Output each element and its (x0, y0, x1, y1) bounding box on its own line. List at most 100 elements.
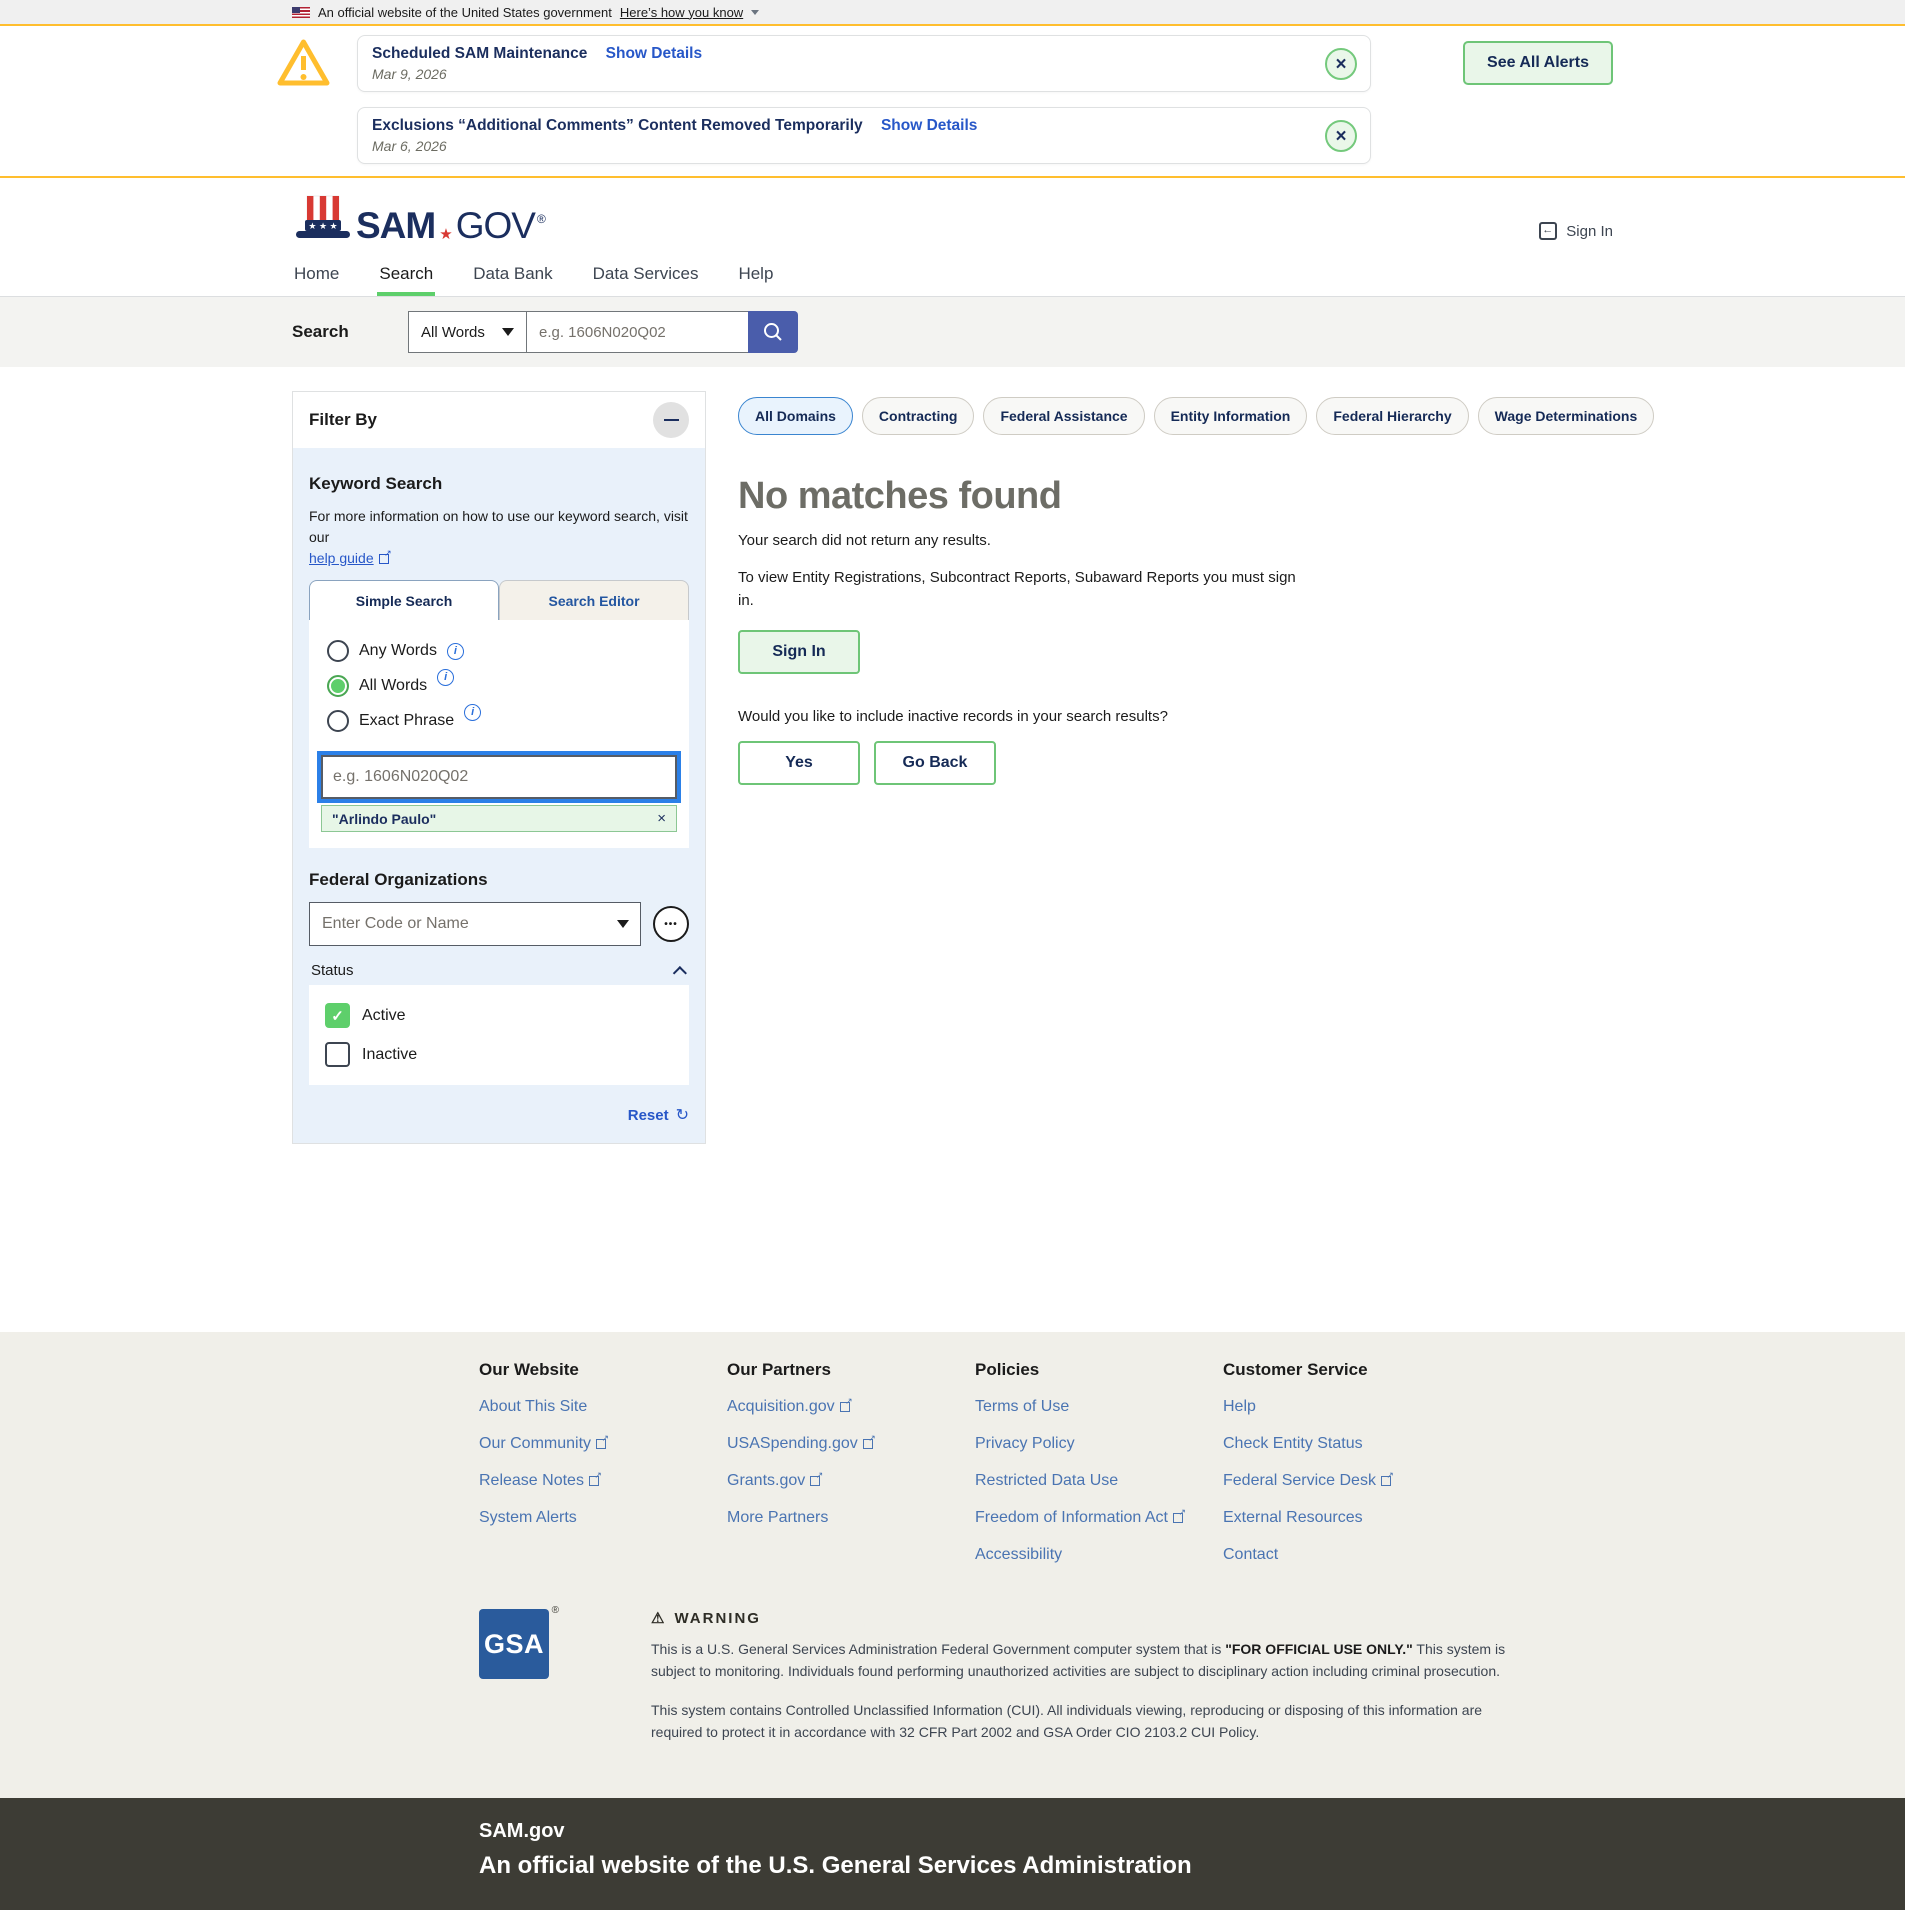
info-icon[interactable] (447, 643, 464, 660)
footer-link[interactable]: Our Community (479, 1435, 606, 1452)
nav-item-home[interactable]: Home (292, 254, 341, 296)
footer-link[interactable]: Accessibility (975, 1546, 1062, 1563)
search-button[interactable] (748, 311, 798, 353)
external-link-icon (840, 1402, 850, 1412)
info-icon[interactable] (464, 704, 481, 721)
federal-org-input[interactable] (309, 902, 641, 946)
sam-gov-logo[interactable]: ★ ★ ★ SAM ★ GOV ® (292, 194, 546, 244)
alert-card: Exclusions “Additional Comments” Content… (357, 107, 1371, 164)
uncle-sam-hat-icon: ★ ★ ★ (292, 194, 354, 244)
footer-link[interactable]: Federal Service Desk (1223, 1472, 1391, 1489)
footer-link[interactable]: Restricted Data Use (975, 1472, 1118, 1489)
show-details-link[interactable]: Show Details (606, 45, 702, 62)
domain-pill-federal-hierarchy[interactable]: Federal Hierarchy (1316, 397, 1468, 435)
chevron-up-icon (673, 966, 687, 980)
radio-label: Exact Phrase (359, 712, 454, 730)
collapse-filters-button[interactable] (653, 402, 689, 438)
registered-mark: ® (552, 1605, 559, 1616)
go-back-button[interactable]: Go Back (874, 741, 996, 785)
filter-by-title: Filter By (309, 410, 377, 430)
footer-link[interactable]: Check Entity Status (1223, 1435, 1363, 1452)
footer-link[interactable]: Grants.gov (727, 1472, 820, 1489)
registered-mark: ® (537, 212, 546, 226)
yes-button[interactable]: Yes (738, 741, 860, 785)
tab-search-editor[interactable]: Search Editor (499, 580, 689, 620)
sign-in-button[interactable]: Sign In (738, 630, 860, 674)
domain-pill-entity-information[interactable]: Entity Information (1154, 397, 1308, 435)
alert-card: Scheduled SAM Maintenance Show Details M… (357, 35, 1371, 92)
footer-col-title: Our Website (479, 1360, 727, 1380)
nav-item-help[interactable]: Help (736, 254, 775, 296)
checkbox-label: Active (362, 1007, 406, 1025)
footer-link[interactable]: External Resources (1223, 1509, 1363, 1526)
footer-link[interactable]: Freedom of Information Act (975, 1509, 1183, 1526)
footer-link[interactable]: Release Notes (479, 1472, 599, 1489)
radio-label: All Words (359, 677, 427, 695)
footer-link[interactable]: Terms of Use (975, 1398, 1069, 1415)
footer-link[interactable]: More Partners (727, 1509, 828, 1526)
sign-in-header[interactable]: Sign In (1539, 222, 1613, 240)
show-details-link[interactable]: Show Details (881, 117, 977, 134)
sign-in-label: Sign In (1566, 223, 1613, 240)
gov-banner: An official website of the United States… (0, 0, 1905, 24)
reset-link[interactable]: Reset (628, 1107, 669, 1124)
how-you-know-link[interactable]: Here’s how you know (620, 5, 743, 20)
radio-label: Any Words (359, 642, 437, 660)
reset-icon[interactable] (676, 1105, 689, 1125)
footer-link[interactable]: Acquisition.gov (727, 1398, 850, 1415)
external-link-icon (810, 1476, 820, 1486)
close-icon[interactable] (1325, 120, 1357, 152)
results-area: All Domains Contracting Federal Assistan… (738, 397, 1654, 785)
footer-col-title: Our Partners (727, 1360, 975, 1380)
footer-link[interactable]: Contact (1223, 1546, 1278, 1563)
radio-exact-phrase[interactable]: Exact Phrase (327, 710, 677, 732)
site-footer: Our Website About This Site Our Communit… (0, 1332, 1905, 1798)
gov-banner-text: An official website of the United States… (318, 5, 612, 20)
chevron-down-icon[interactable] (617, 920, 629, 928)
svg-text:★ ★ ★: ★ ★ ★ (308, 221, 337, 231)
alert-title: Exclusions “Additional Comments” Content… (372, 117, 863, 134)
keyword-search-heading: Keyword Search (309, 474, 689, 494)
more-options-icon[interactable] (653, 906, 689, 942)
search-mode-select[interactable]: All Words (408, 311, 526, 353)
identifier-footer: SAM.gov An official website of the U.S. … (0, 1798, 1905, 1910)
domain-pill-all-domains[interactable]: All Domains (738, 397, 853, 435)
search-input[interactable] (526, 311, 748, 353)
footer-link[interactable]: Help (1223, 1398, 1256, 1415)
footer-link[interactable]: Privacy Policy (975, 1435, 1075, 1452)
nav-item-data-bank[interactable]: Data Bank (471, 254, 554, 296)
footer-link[interactable]: USASpending.gov (727, 1435, 873, 1452)
chevron-down-icon (502, 328, 514, 336)
checkbox-active[interactable]: Active (325, 1003, 673, 1028)
radio-any-words[interactable]: Any Words (327, 640, 677, 662)
close-icon[interactable] (1325, 48, 1357, 80)
footer-link[interactable]: About This Site (479, 1398, 587, 1415)
nav-item-search[interactable]: Search (377, 254, 435, 296)
footer-site-subtitle: An official website of the U.S. General … (479, 1852, 1613, 1880)
external-link-icon (379, 554, 389, 564)
footer-col-policies: Policies Terms of Use Privacy Policy Res… (975, 1360, 1223, 1583)
tab-simple-search[interactable]: Simple Search (309, 580, 499, 620)
footer-link[interactable]: System Alerts (479, 1509, 577, 1526)
domain-pill-contracting[interactable]: Contracting (862, 397, 975, 435)
footer-col-title: Policies (975, 1360, 1223, 1380)
chevron-down-icon[interactable] (751, 10, 759, 15)
filter-panel: Filter By Keyword Search For more inform… (292, 391, 706, 1144)
domain-pill-wage-determinations[interactable]: Wage Determinations (1478, 397, 1655, 435)
search-icon (762, 321, 784, 343)
checkbox-inactive[interactable]: Inactive (325, 1042, 673, 1067)
status-section-toggle[interactable]: Status (311, 962, 687, 979)
see-all-alerts-button[interactable]: See All Alerts (1463, 41, 1613, 85)
keyword-input[interactable] (321, 755, 677, 799)
nav-item-data-services[interactable]: Data Services (591, 254, 701, 296)
info-icon[interactable] (437, 669, 454, 686)
domain-pill-federal-assistance[interactable]: Federal Assistance (983, 397, 1144, 435)
chip-close-icon[interactable] (657, 810, 666, 827)
footer-site-name: SAM.gov (479, 1820, 1613, 1843)
footer-col-our-partners: Our Partners Acquisition.gov USASpending… (727, 1360, 975, 1583)
sign-in-required-text: To view Entity Registrations, Subcontrac… (738, 567, 1313, 612)
radio-all-words[interactable]: All Words (327, 675, 677, 697)
help-guide-link[interactable]: help guide (309, 550, 374, 566)
search-mode-value: All Words (421, 324, 485, 341)
main-nav: Home Search Data Bank Data Services Help (0, 254, 1905, 297)
